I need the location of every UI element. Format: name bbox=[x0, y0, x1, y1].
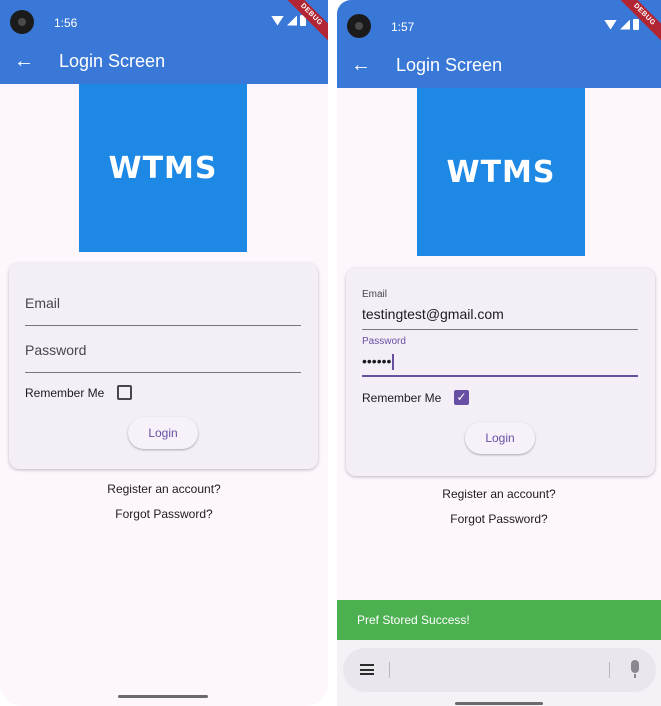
menu-icon[interactable] bbox=[360, 664, 374, 675]
login-button[interactable]: Login bbox=[465, 422, 535, 454]
status-time: 1:57 bbox=[391, 20, 415, 34]
remember-me-checkbox[interactable] bbox=[117, 385, 132, 400]
email-placeholder: Email bbox=[25, 295, 61, 311]
toolbar-separator bbox=[389, 662, 390, 678]
home-indicator[interactable] bbox=[118, 695, 208, 698]
text-cursor bbox=[392, 354, 394, 371]
remember-me-checkbox[interactable]: ✓ bbox=[454, 390, 469, 405]
app-bar-title: Login Screen bbox=[59, 51, 166, 71]
microphone-icon[interactable] bbox=[631, 660, 639, 678]
forgot-password-link[interactable]: Forgot Password? bbox=[0, 507, 328, 521]
forgot-password-link[interactable]: Forgot Password? bbox=[337, 512, 661, 526]
camera-cutout bbox=[347, 14, 371, 38]
password-label: Password bbox=[362, 336, 406, 347]
email-field[interactable]: Email testingtest@gmail.com bbox=[362, 289, 638, 330]
home-indicator[interactable] bbox=[455, 702, 543, 705]
password-value: •••••• bbox=[362, 353, 394, 371]
debug-banner: DEBUG bbox=[280, 0, 328, 48]
status-time: 1:56 bbox=[54, 16, 78, 30]
app-bar: 1:56 DEBUG ← Login Screen bbox=[0, 0, 328, 84]
login-button[interactable]: Login bbox=[128, 417, 198, 449]
login-card: Email testingtest@gmail.com Password •••… bbox=[346, 268, 655, 476]
toolbar-separator bbox=[609, 662, 610, 678]
snackbar: Pref Stored Success! bbox=[337, 600, 661, 640]
remember-me-label: Remember Me bbox=[362, 391, 442, 405]
register-link[interactable]: Register an account? bbox=[0, 482, 328, 496]
login-card: Email Password Remember Me Login bbox=[9, 263, 318, 469]
back-arrow-icon[interactable]: ← bbox=[351, 54, 371, 77]
password-placeholder: Password bbox=[25, 342, 87, 358]
screenshot-root: 1:56 DEBUG ← Login Screen WTMS Email Pas… bbox=[0, 0, 661, 706]
app-logo: WTMS bbox=[417, 88, 585, 256]
register-link[interactable]: Register an account? bbox=[337, 487, 661, 501]
app-logo: WTMS bbox=[79, 84, 247, 252]
keyboard-toolbar bbox=[337, 640, 661, 706]
camera-cutout bbox=[10, 10, 34, 34]
app-bar: 1:57 DEBUG ← Login Screen bbox=[337, 0, 661, 88]
debug-banner: DEBUG bbox=[613, 0, 661, 48]
keyboard-suggestion-bar[interactable] bbox=[343, 648, 656, 692]
screen-divider bbox=[328, 0, 337, 706]
phone-screen-after: 1:57 DEBUG ← Login Screen WTMS Email tes… bbox=[337, 0, 661, 706]
phone-screen-before: 1:56 DEBUG ← Login Screen WTMS Email Pas… bbox=[0, 0, 328, 706]
password-field[interactable]: Password bbox=[25, 335, 301, 373]
email-label: Email bbox=[362, 289, 388, 300]
email-field[interactable]: Email bbox=[25, 288, 301, 326]
password-field[interactable]: Password •••••• bbox=[362, 336, 638, 377]
remember-me-label: Remember Me bbox=[25, 386, 105, 400]
status-bar: 1:56 bbox=[0, 10, 328, 34]
back-arrow-icon[interactable]: ← bbox=[14, 50, 34, 73]
app-bar-title: Login Screen bbox=[396, 55, 503, 75]
email-value: testingtest@gmail.com bbox=[362, 306, 504, 322]
